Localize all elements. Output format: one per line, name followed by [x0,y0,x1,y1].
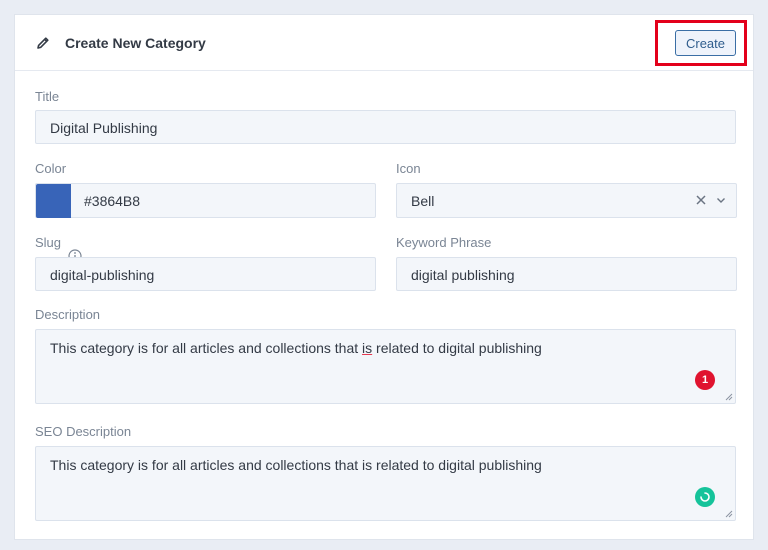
description-value: This category is for all articles and co… [50,340,542,356]
icon-select[interactable]: Bell [396,183,737,218]
resize-handle-icon[interactable] [725,393,733,401]
create-category-card: Create New Category Create Title Digital… [14,14,754,540]
resize-handle-icon[interactable] [725,510,733,518]
description-textarea[interactable]: This category is for all articles and co… [35,329,736,404]
description-text-part: This category is for all articles and co… [50,340,363,356]
keyword-label: Keyword Phrase [396,235,492,250]
icon-label: Icon [396,161,421,176]
grammar-ok-badge-icon[interactable] [695,487,715,507]
slug-input[interactable]: digital-publishing [35,257,376,291]
seo-description-label: SEO Description [35,424,132,439]
color-label: Color [35,161,67,176]
misspelled-word[interactable]: is [362,340,372,356]
color-swatch[interactable] [36,184,71,218]
chevron-down-icon[interactable] [715,194,727,206]
slug-label: Slug [35,235,62,250]
create-button[interactable]: Create [675,30,736,56]
description-label: Description [35,307,101,322]
spellcheck-error-badge[interactable]: 1 [695,370,715,390]
keyword-value: digital publishing [411,267,515,283]
description-text-part: related to digital publishing [372,340,542,356]
color-value: #3864B8 [84,193,141,209]
seo-description-textarea[interactable]: This category is for all articles and co… [35,446,736,521]
title-label: Title [35,89,60,104]
title-value: Digital Publishing [50,120,158,136]
refresh-icon [700,492,710,502]
seo-description-value: This category is for all articles and co… [50,457,542,473]
color-input[interactable]: #3864B8 [35,183,376,218]
keyword-input[interactable]: digital publishing [396,257,737,291]
slug-value: digital-publishing [50,267,155,283]
card-header: Create New Category Create [15,15,753,71]
pencil-icon [37,37,49,49]
title-input[interactable]: Digital Publishing [35,110,736,144]
clear-icon[interactable] [694,193,708,207]
page-title: Create New Category [65,35,206,51]
icon-value: Bell [411,193,435,209]
